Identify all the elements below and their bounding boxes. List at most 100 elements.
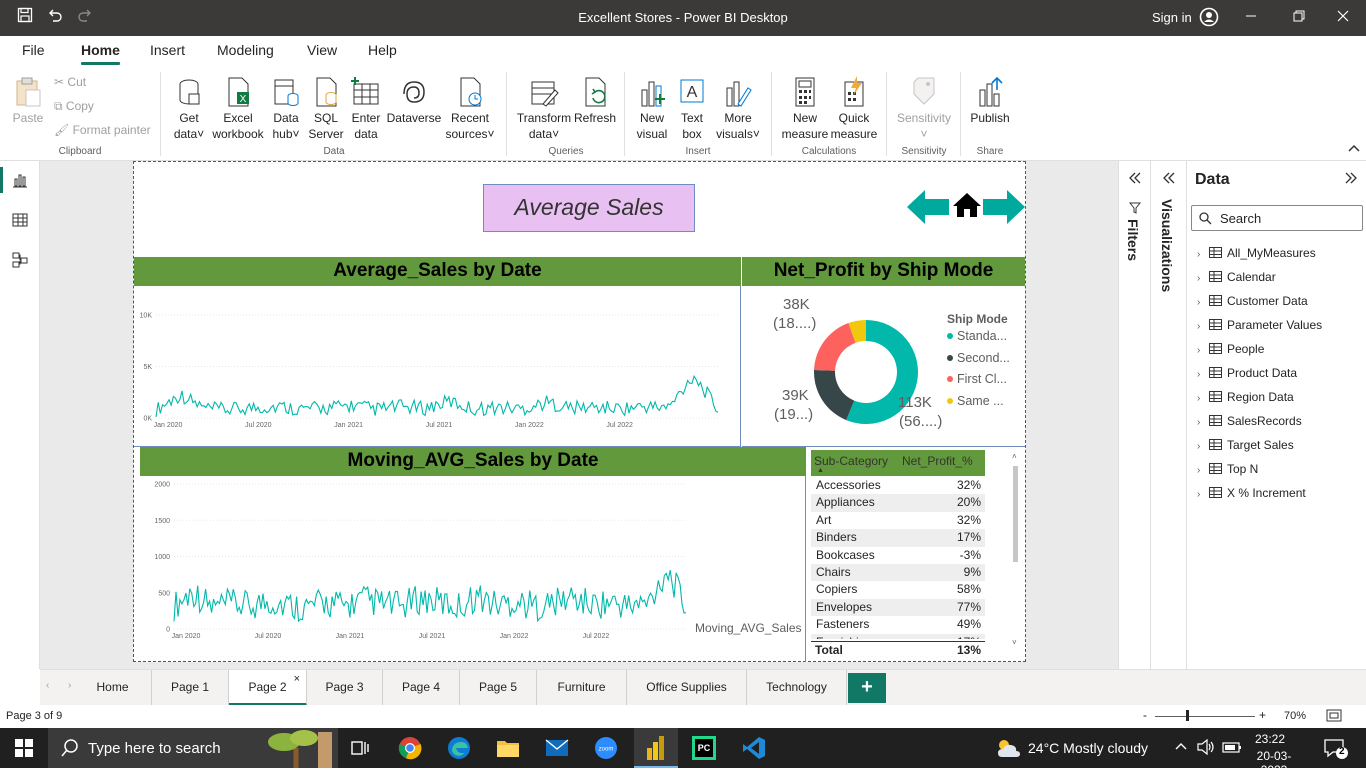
new-visual-button[interactable]: New visual bbox=[632, 76, 672, 142]
legend-item[interactable]: First Cl... bbox=[947, 372, 1007, 386]
publish-button[interactable]: Publish bbox=[968, 76, 1012, 126]
menu-view[interactable]: View bbox=[307, 42, 337, 58]
page-title[interactable]: Average Sales bbox=[483, 184, 695, 232]
new-measure-button[interactable]: New measure bbox=[780, 76, 830, 142]
refresh-button[interactable]: Refresh bbox=[574, 76, 616, 126]
zoom-in-button[interactable]: + bbox=[1259, 708, 1266, 722]
table-row[interactable]: Envelopes 77% bbox=[811, 598, 985, 617]
chrome-icon[interactable] bbox=[398, 736, 422, 765]
data-table-item[interactable]: › Parameter Values bbox=[1197, 315, 1322, 335]
page-tab-page-3[interactable]: Page 3 bbox=[307, 670, 383, 706]
copy-button[interactable]: ⧉ Copy bbox=[54, 98, 94, 114]
menu-file[interactable]: File bbox=[22, 42, 45, 58]
paste-button[interactable]: Paste bbox=[10, 76, 46, 126]
visualizations-pane[interactable]: Visualizations bbox=[1150, 161, 1186, 669]
page-tab-page-2[interactable]: Page 2 × bbox=[229, 670, 307, 706]
net-profit-header[interactable]: Net_Profit_% bbox=[902, 454, 973, 468]
data-table-item[interactable]: › Top N bbox=[1197, 459, 1258, 479]
tabs-scroll-right-icon[interactable]: › bbox=[68, 680, 71, 691]
menu-insert[interactable]: Insert bbox=[150, 42, 185, 58]
table-row[interactable]: Furnishings 17% bbox=[811, 633, 985, 639]
zoom-app-icon[interactable]: zoom bbox=[594, 736, 618, 765]
battery-icon[interactable] bbox=[1222, 739, 1242, 760]
recent-sources-button[interactable]: Recent sources˅ bbox=[444, 76, 496, 142]
report-view-icon[interactable] bbox=[12, 172, 28, 193]
add-page-button[interactable]: + bbox=[848, 673, 886, 703]
minimize-icon[interactable] bbox=[1240, 7, 1262, 29]
page-tab-home[interactable]: Home bbox=[74, 670, 152, 706]
legend-item[interactable]: Same ... bbox=[947, 394, 1004, 408]
model-view-icon[interactable] bbox=[12, 252, 28, 273]
data-table-item[interactable]: › Target Sales bbox=[1197, 435, 1294, 455]
power-bi-taskbar-button[interactable] bbox=[634, 728, 678, 768]
clock-time[interactable]: 23:22 bbox=[1250, 732, 1290, 746]
close-tab-icon[interactable]: × bbox=[294, 662, 300, 696]
data-table-item[interactable]: › X % Increment bbox=[1197, 483, 1306, 503]
data-search-box[interactable]: Search bbox=[1191, 205, 1363, 231]
back-arrow-button[interactable] bbox=[907, 190, 949, 229]
table-row[interactable]: Chairs 9% bbox=[811, 564, 985, 582]
zoom-slider-thumb[interactable] bbox=[1186, 710, 1189, 721]
menu-home[interactable]: Home bbox=[81, 42, 120, 58]
page-tab-office-supplies[interactable]: Office Supplies bbox=[627, 670, 747, 706]
forward-arrow-button[interactable] bbox=[983, 190, 1025, 229]
net-profit-donut-chart[interactable]: Net_Profit by Ship Mode 38K (18....) 39K… bbox=[742, 257, 1025, 447]
mail-icon[interactable] bbox=[545, 737, 569, 764]
page-tab-furniture[interactable]: Furniture bbox=[537, 670, 627, 706]
transform-data-button[interactable]: Transform data˅ bbox=[516, 76, 572, 142]
user-avatar-icon[interactable] bbox=[1198, 7, 1220, 29]
table-row[interactable]: Binders 17% bbox=[811, 529, 985, 547]
data-table-item[interactable]: › SalesRecords bbox=[1197, 411, 1302, 431]
menu-modeling[interactable]: Modeling bbox=[217, 42, 274, 58]
page-tab-page-1[interactable]: Page 1 bbox=[152, 670, 229, 706]
get-data-button[interactable]: Get data˅ bbox=[168, 76, 210, 142]
excel-workbook-button[interactable]: X Excel workbook bbox=[211, 76, 265, 142]
scroll-thumb[interactable] bbox=[1013, 466, 1018, 562]
scroll-up-icon[interactable]: ˄ bbox=[1012, 452, 1017, 461]
close-icon[interactable] bbox=[1332, 7, 1354, 29]
table-row[interactable]: Appliances 20% bbox=[811, 494, 985, 512]
text-box-button[interactable]: A Text box bbox=[674, 76, 710, 142]
zoom-slider[interactable] bbox=[1155, 716, 1255, 717]
table-row[interactable]: Bookcases -3% bbox=[811, 546, 985, 564]
expand-visualizations-icon[interactable] bbox=[1162, 171, 1176, 190]
legend-item[interactable]: Second... bbox=[947, 351, 1010, 365]
moving-avg-chart[interactable]: Moving_AVG_Sales by Date 0 500 1000 1500 200… bbox=[134, 447, 806, 662]
subcategory-header[interactable]: Sub-Category bbox=[814, 454, 888, 468]
zoom-out-button[interactable]: - bbox=[1143, 708, 1147, 722]
tabs-scroll-left-icon[interactable]: ‹ bbox=[46, 680, 49, 691]
data-table-item[interactable]: › Region Data bbox=[1197, 387, 1294, 407]
taskbar-search-box[interactable]: Type here to search bbox=[48, 728, 338, 768]
collapse-data-pane-icon[interactable] bbox=[1344, 171, 1358, 190]
vscode-icon[interactable] bbox=[742, 736, 766, 765]
table-row[interactable]: Fasteners 49% bbox=[811, 616, 985, 634]
home-button[interactable] bbox=[952, 192, 982, 223]
cut-button[interactable]: ✂ Cut bbox=[54, 74, 86, 90]
page-tab-page-4[interactable]: Page 4 bbox=[383, 670, 460, 706]
table-row[interactable]: Art 32% bbox=[811, 511, 985, 530]
table-scrollbar[interactable]: ˄ ˅ bbox=[1011, 452, 1021, 652]
quick-measure-button[interactable]: Quick measure bbox=[830, 76, 878, 142]
file-explorer-icon[interactable] bbox=[496, 737, 520, 764]
data-table-item[interactable]: › All_MyMeasures bbox=[1197, 243, 1316, 263]
show-hidden-icons[interactable] bbox=[1175, 739, 1187, 754]
sign-in-link[interactable]: Sign in bbox=[1152, 10, 1192, 25]
subcategory-table[interactable]: Sub-Category Net_Profit_% ▲ Accessories 3… bbox=[807, 447, 1025, 662]
legend-item[interactable]: Standa... bbox=[947, 329, 1007, 343]
data-table-item[interactable]: › People bbox=[1197, 339, 1264, 359]
filters-pane[interactable]: Filters bbox=[1118, 161, 1150, 669]
task-view-icon[interactable] bbox=[350, 738, 370, 763]
data-table-item[interactable]: › Product Data bbox=[1197, 363, 1297, 383]
data-table-item[interactable]: › Customer Data bbox=[1197, 291, 1308, 311]
fit-to-page-icon[interactable] bbox=[1326, 709, 1342, 725]
data-hub-button[interactable]: Data hub˅ bbox=[268, 76, 304, 142]
edge-icon[interactable] bbox=[447, 736, 471, 765]
expand-filters-icon[interactable] bbox=[1128, 171, 1142, 190]
more-visuals-button[interactable]: More visuals˅ bbox=[714, 76, 762, 142]
clock-date[interactable]: 20-03-2023 bbox=[1246, 749, 1302, 777]
sensitivity-button[interactable]: Sensitivity ˅ bbox=[894, 76, 954, 142]
table-view-icon[interactable] bbox=[12, 212, 28, 233]
notifications-icon[interactable]: 2 bbox=[1324, 738, 1348, 765]
volume-icon[interactable] bbox=[1197, 738, 1215, 760]
dataverse-button[interactable]: Dataverse bbox=[386, 76, 442, 126]
